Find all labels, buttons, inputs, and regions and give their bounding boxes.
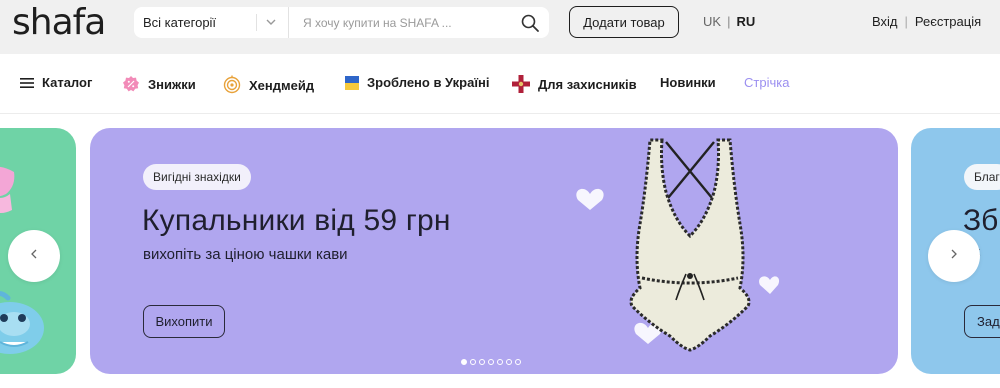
shafa-logo[interactable]: shafa <box>12 2 106 43</box>
chevron-down-icon <box>265 16 277 31</box>
carousel-dot[interactable] <box>470 359 476 365</box>
nav-item-label: Зроблено в Україні <box>367 75 490 90</box>
promo-subtitle: вихопіть за ціною чашки кави <box>143 246 348 263</box>
nav-item-label: Каталог <box>42 75 93 90</box>
promo-cta-button[interactable]: Вихопити <box>143 305 225 338</box>
search-icon[interactable] <box>520 13 540 33</box>
auth-links: Вхід | Реєстрація <box>872 14 981 29</box>
top-header: shafa Всі категорії Додати товар UK | RU… <box>0 0 1000 54</box>
carousel-slide-active: Вигідні знахідки Купальники від 59 грн в… <box>90 128 898 374</box>
carousel-dot[interactable] <box>506 359 512 365</box>
language-uk[interactable]: UK <box>703 14 721 29</box>
nav-item-label: Новинки <box>660 75 716 90</box>
language-separator: | <box>727 14 731 29</box>
auth-separator: | <box>904 14 908 29</box>
defenders-cross-icon <box>512 75 530 93</box>
carousel-dot[interactable] <box>488 359 494 365</box>
language-ru[interactable]: RU <box>736 14 755 29</box>
nav-item-label: Стрічка <box>744 75 790 90</box>
promo-carousel: Вигідні знахідки Купальники від 59 грн в… <box>0 128 1000 376</box>
language-switcher: UK | RU <box>703 14 755 29</box>
hamburger-icon <box>20 77 34 89</box>
category-select-label: Всі категорії <box>143 15 217 30</box>
carousel-prev-button[interactable] <box>8 230 60 282</box>
nav-item-label: Знижки <box>148 76 196 92</box>
nav-item-label: Для захисників <box>538 76 637 92</box>
promo-title: Купальники від 59 грн <box>142 204 451 237</box>
swimsuit-image <box>576 138 780 352</box>
chevron-right-icon <box>948 247 960 265</box>
promo-badge: Вигідні знахідки <box>143 164 251 190</box>
carousel-dot[interactable] <box>461 359 467 365</box>
login-link[interactable]: Вхід <box>872 14 898 29</box>
discount-badge-icon <box>122 75 140 93</box>
handmade-icon <box>223 75 241 95</box>
add-item-button[interactable]: Додати товар <box>569 6 679 38</box>
nav-item-discounts[interactable]: Знижки <box>122 75 196 93</box>
main-nav: Каталог Знижки Хендмейд Зроблено в Украї… <box>0 54 1000 114</box>
search-input[interactable] <box>290 7 510 38</box>
next-slide-badge: Благ <box>964 164 1000 190</box>
search-bar: Всі категорії <box>134 7 549 38</box>
nav-item-label: Хендмейд <box>249 77 315 93</box>
carousel-dot[interactable] <box>497 359 503 365</box>
nav-item-made-in-ukraine[interactable]: Зроблено в Україні <box>345 75 489 90</box>
nav-item-feed[interactable]: Стрічка <box>744 75 789 90</box>
next-slide-title: Зб <box>963 204 999 237</box>
nav-item-catalog[interactable]: Каталог <box>20 75 92 90</box>
chevron-left-icon <box>28 247 40 265</box>
carousel-dot[interactable] <box>515 359 521 365</box>
nav-item-handmade[interactable]: Хендмейд <box>223 75 314 95</box>
nav-item-new[interactable]: Новинки <box>660 75 716 90</box>
carousel-dot[interactable] <box>479 359 485 365</box>
category-divider <box>256 14 257 31</box>
nav-item-for-defenders[interactable]: Для захисників <box>512 75 637 93</box>
ukraine-flag-icon <box>345 75 359 90</box>
next-slide-cta-button[interactable]: Заде <box>964 305 1000 338</box>
category-select[interactable]: Всі категорії <box>134 7 289 38</box>
register-link[interactable]: Реєстрація <box>915 14 981 29</box>
carousel-dots <box>461 359 521 365</box>
carousel-next-button[interactable] <box>928 230 980 282</box>
